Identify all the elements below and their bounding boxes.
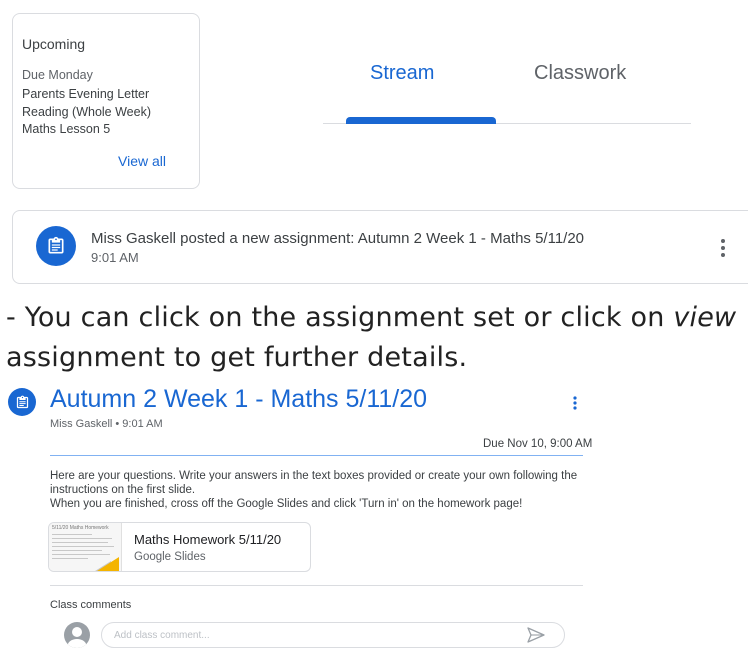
attachment-type: Google Slides xyxy=(134,551,206,563)
thumbnail-line xyxy=(52,550,102,551)
assignment-instructions-2: When you are finished, cross off the Goo… xyxy=(50,498,523,510)
assignment-title: Autumn 2 Week 1 - Maths 5/11/20 xyxy=(50,385,428,413)
stream-post-text[interactable]: Miss Gaskell posted a new assignment: Au… xyxy=(91,230,584,247)
upcoming-title: Upcoming xyxy=(22,36,86,52)
thumbnail-heading: 5/11/20 Maths Homework xyxy=(52,525,109,531)
instruction-italic: view xyxy=(673,302,737,333)
active-tab-indicator xyxy=(346,117,496,124)
thumbnail-line xyxy=(52,542,108,543)
google-slides-icon xyxy=(97,557,119,571)
view-all-link[interactable]: View all xyxy=(118,153,166,169)
upcoming-due-label: Due Monday xyxy=(22,68,93,82)
thumbnail-line xyxy=(52,534,92,535)
assignment-detail-icon xyxy=(8,388,36,416)
assignment-instructions: Here are your questions. Write your answ… xyxy=(50,470,578,496)
attachment-card[interactable]: 5/11/20 Maths Homework Maths Homework 5/… xyxy=(48,522,311,572)
tab-classwork[interactable]: Classwork xyxy=(534,62,626,85)
avatar xyxy=(64,622,90,648)
upcoming-item[interactable]: Reading (Whole Week) xyxy=(22,105,151,119)
assignment-more-icon[interactable] xyxy=(570,393,580,413)
thumbnail-line xyxy=(52,546,114,547)
tab-stream[interactable]: Stream xyxy=(370,62,434,85)
class-comments-label: Class comments xyxy=(50,599,132,611)
assignment-meta: Miss Gaskell • 9:01 AM xyxy=(50,418,163,430)
assignment-icon xyxy=(36,226,76,266)
comments-divider xyxy=(50,585,583,586)
stream-post-time: 9:01 AM xyxy=(91,250,139,265)
more-options-icon[interactable] xyxy=(715,236,731,260)
assignment-due-date: Due Nov 10, 9:00 AM xyxy=(483,438,593,450)
upcoming-item[interactable]: Maths Lesson 5 xyxy=(22,122,110,136)
assignment-divider xyxy=(50,455,583,456)
class-comment-input[interactable] xyxy=(101,622,565,648)
attachment-title[interactable]: Maths Homework 5/11/20 xyxy=(134,532,281,547)
send-icon[interactable] xyxy=(527,627,545,643)
thumbnail-line xyxy=(52,558,88,559)
upcoming-item[interactable]: Parents Evening Letter xyxy=(22,87,149,101)
instruction-line-2: assignment to get further details. xyxy=(6,342,468,373)
thumbnail-line xyxy=(52,554,110,555)
slides-thumbnail: 5/11/20 Maths Homework xyxy=(49,523,122,571)
thumbnail-line xyxy=(52,538,112,539)
stream-post-card[interactable] xyxy=(12,210,748,284)
instruction-line-1: - You can click on the assignment set or… xyxy=(6,302,737,333)
